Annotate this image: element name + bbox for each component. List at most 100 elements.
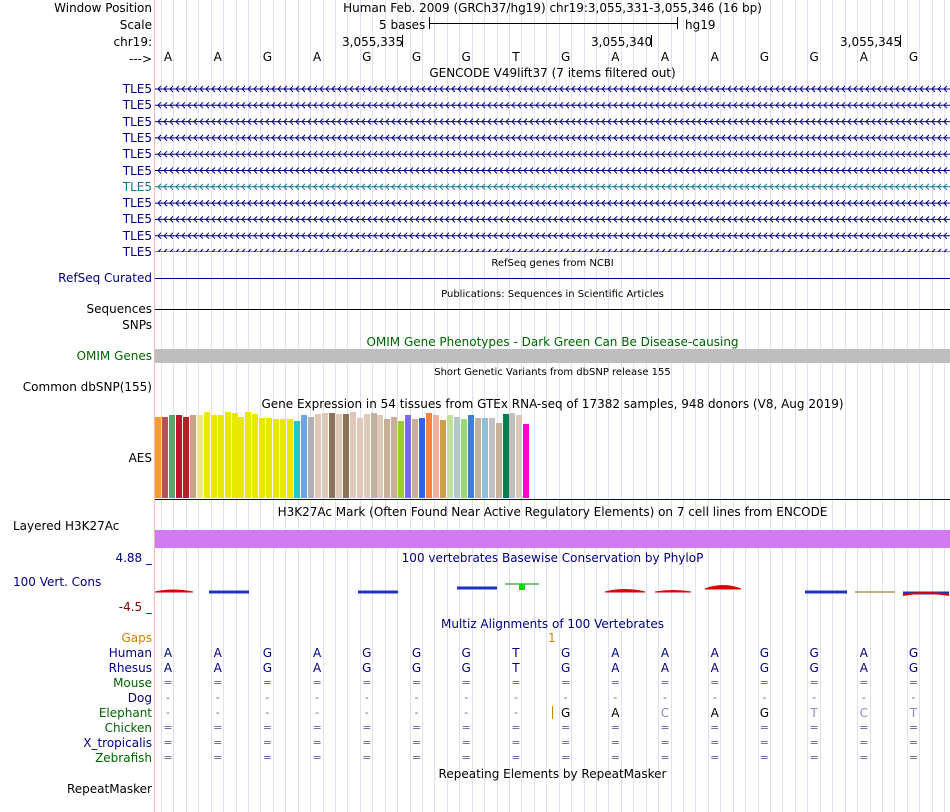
gtex-tissue-bar[interactable] (460, 419, 467, 498)
gtex-tissue-bar[interactable] (412, 419, 419, 498)
gtex-tissue-bar[interactable] (377, 415, 384, 498)
gtex-tissue-bar[interactable] (224, 412, 231, 498)
gtex-tissue-bar[interactable] (363, 414, 370, 498)
gtex-tissue-bar[interactable] (516, 415, 523, 498)
alignment-cell: T (512, 661, 520, 675)
gtex-tissue-bar[interactable] (391, 417, 398, 498)
gtex-tissue-bar[interactable] (481, 418, 488, 498)
gtex-tissue-bar[interactable] (370, 413, 377, 498)
alignment-cell: A (213, 661, 222, 675)
gtex-tissue-bar[interactable] (217, 415, 224, 498)
gtex-tissue-bar[interactable] (474, 418, 481, 498)
omim-track-label[interactable]: OMIM Genes (77, 349, 152, 363)
publications-line[interactable] (155, 309, 950, 310)
snps-track-label[interactable]: SNPs (122, 318, 152, 332)
alignment-cell: A (710, 646, 719, 660)
gtex-tissue-bar[interactable] (335, 414, 342, 498)
gtex-tissue-bar[interactable] (189, 415, 196, 498)
gtex-tissue-bar[interactable] (210, 415, 217, 498)
dbsnp-track-label[interactable]: Common dbSNP(155) (23, 380, 152, 394)
gtex-tissue-bar[interactable] (231, 413, 238, 498)
gencode-transcript-label[interactable]: TLE5 (123, 147, 152, 161)
alignment-cell: G (809, 661, 819, 675)
gtex-tissue-bar[interactable] (287, 419, 294, 498)
gtex-tissue-bar[interactable] (349, 412, 356, 498)
gtex-tissue-bar[interactable] (238, 417, 245, 498)
alignment-cell: - (265, 691, 270, 704)
gtex-bar-chart[interactable] (155, 412, 555, 498)
sequence-base: A (710, 50, 719, 64)
cons-track-label[interactable]: 100 Vert. Cons (13, 575, 101, 589)
gencode-track-title: GENCODE V49lift37 (7 items filtered out) (429, 66, 676, 80)
gtex-tissue-bar[interactable] (245, 412, 252, 498)
scale-label: Scale (119, 18, 152, 32)
refseq-gene-line[interactable] (155, 278, 950, 279)
gtex-tissue-bar[interactable] (155, 417, 161, 498)
gencode-transcript-label[interactable]: TLE5 (123, 98, 152, 112)
gtex-tissue-bar[interactable] (321, 413, 328, 498)
omim-gene-bar[interactable] (155, 349, 950, 363)
conservation-signal[interactable] (155, 578, 950, 600)
gtex-tissue-bar[interactable] (259, 418, 266, 498)
gtex-tissue-bar[interactable] (433, 415, 439, 498)
gtex-tissue-bar[interactable] (314, 414, 321, 498)
gtex-tissue-bar[interactable] (273, 419, 280, 498)
sequence-base: T (512, 50, 520, 64)
gtex-tissue-bar[interactable] (356, 418, 363, 498)
gencode-transcript-label[interactable]: TLE5 (123, 229, 152, 243)
gtex-tissue-bar[interactable] (175, 415, 182, 498)
gtex-tissue-bar[interactable] (203, 412, 210, 498)
species-label: Zebrafish (95, 751, 152, 765)
gtex-tissue-bar[interactable] (328, 413, 335, 498)
track-image-area[interactable]: Human Feb. 2009 (GRCh37/hg19) chr19:3,05… (155, 0, 950, 812)
gtex-tissue-bar[interactable] (182, 417, 189, 498)
alignment-cell: - (414, 706, 419, 719)
gencode-transcript-label[interactable]: TLE5 (123, 131, 152, 145)
gtex-tissue-bar[interactable] (252, 414, 259, 498)
gtex-tissue-bar[interactable] (301, 415, 307, 498)
gtex-tissue-bar[interactable] (426, 413, 433, 498)
h3k27ac-signal-bar[interactable] (155, 530, 950, 548)
gtex-tissue-bar[interactable] (523, 424, 530, 498)
gtex-tissue-bar[interactable] (488, 418, 495, 498)
alignment-cell: = (511, 736, 521, 749)
gtex-tissue-bar[interactable] (168, 415, 175, 498)
gtex-tissue-bar[interactable] (419, 418, 426, 498)
alignment-cell: = (411, 751, 422, 764)
gencode-transcript-label[interactable]: TLE5 (123, 180, 152, 194)
gtex-track-label[interactable]: AES (129, 451, 152, 465)
gtex-tissue-bar[interactable] (342, 414, 349, 498)
gtex-tissue-bar[interactable] (446, 415, 453, 498)
gtex-tissue-bar[interactable] (266, 418, 273, 498)
gtex-tissue-bar[interactable] (405, 415, 412, 498)
gencode-transcript-label[interactable]: TLE5 (123, 164, 152, 178)
gtex-tissue-bar[interactable] (439, 420, 446, 498)
alignment-cell: = (610, 676, 620, 689)
gencode-transcripts[interactable] (155, 82, 950, 252)
gtex-tissue-bar[interactable] (398, 421, 405, 498)
gtex-tissue-bar[interactable] (509, 413, 516, 498)
alignment-cell: A (859, 661, 868, 675)
gtex-tissue-bar[interactable] (502, 414, 509, 498)
scale-bar-end (677, 17, 678, 29)
gtex-tissue-bar[interactable] (453, 417, 460, 498)
alignment-cell: = (411, 721, 422, 734)
gencode-transcript-label[interactable]: TLE5 (123, 245, 152, 259)
gtex-tissue-bar[interactable] (307, 417, 314, 498)
repeatmasker-track-label[interactable]: RepeatMasker (67, 782, 152, 796)
gencode-transcript-label[interactable]: TLE5 (123, 82, 152, 96)
gtex-tissue-bar[interactable] (294, 421, 300, 498)
gtex-tissue-bar[interactable] (162, 417, 168, 498)
refseq-track-label[interactable]: RefSeq Curated (58, 271, 152, 285)
gencode-transcript-label[interactable]: TLE5 (123, 196, 152, 210)
gtex-tissue-bar[interactable] (384, 419, 391, 498)
gtex-tissue-bar[interactable] (196, 415, 203, 498)
gencode-transcript-label[interactable]: TLE5 (123, 212, 152, 226)
gtex-tissue-bar[interactable] (467, 415, 474, 498)
gencode-transcript-label[interactable]: TLE5 (123, 115, 152, 129)
gtex-tissue-bar[interactable] (495, 423, 502, 498)
gtex-tissue-bar[interactable] (280, 419, 287, 498)
publications-track-label[interactable]: Sequences (87, 302, 152, 316)
h3k27ac-track-label[interactable]: Layered H3K27Ac (13, 519, 119, 533)
h3k27ac-track-title: H3K27Ac Mark (Often Found Near Active Re… (277, 505, 828, 519)
